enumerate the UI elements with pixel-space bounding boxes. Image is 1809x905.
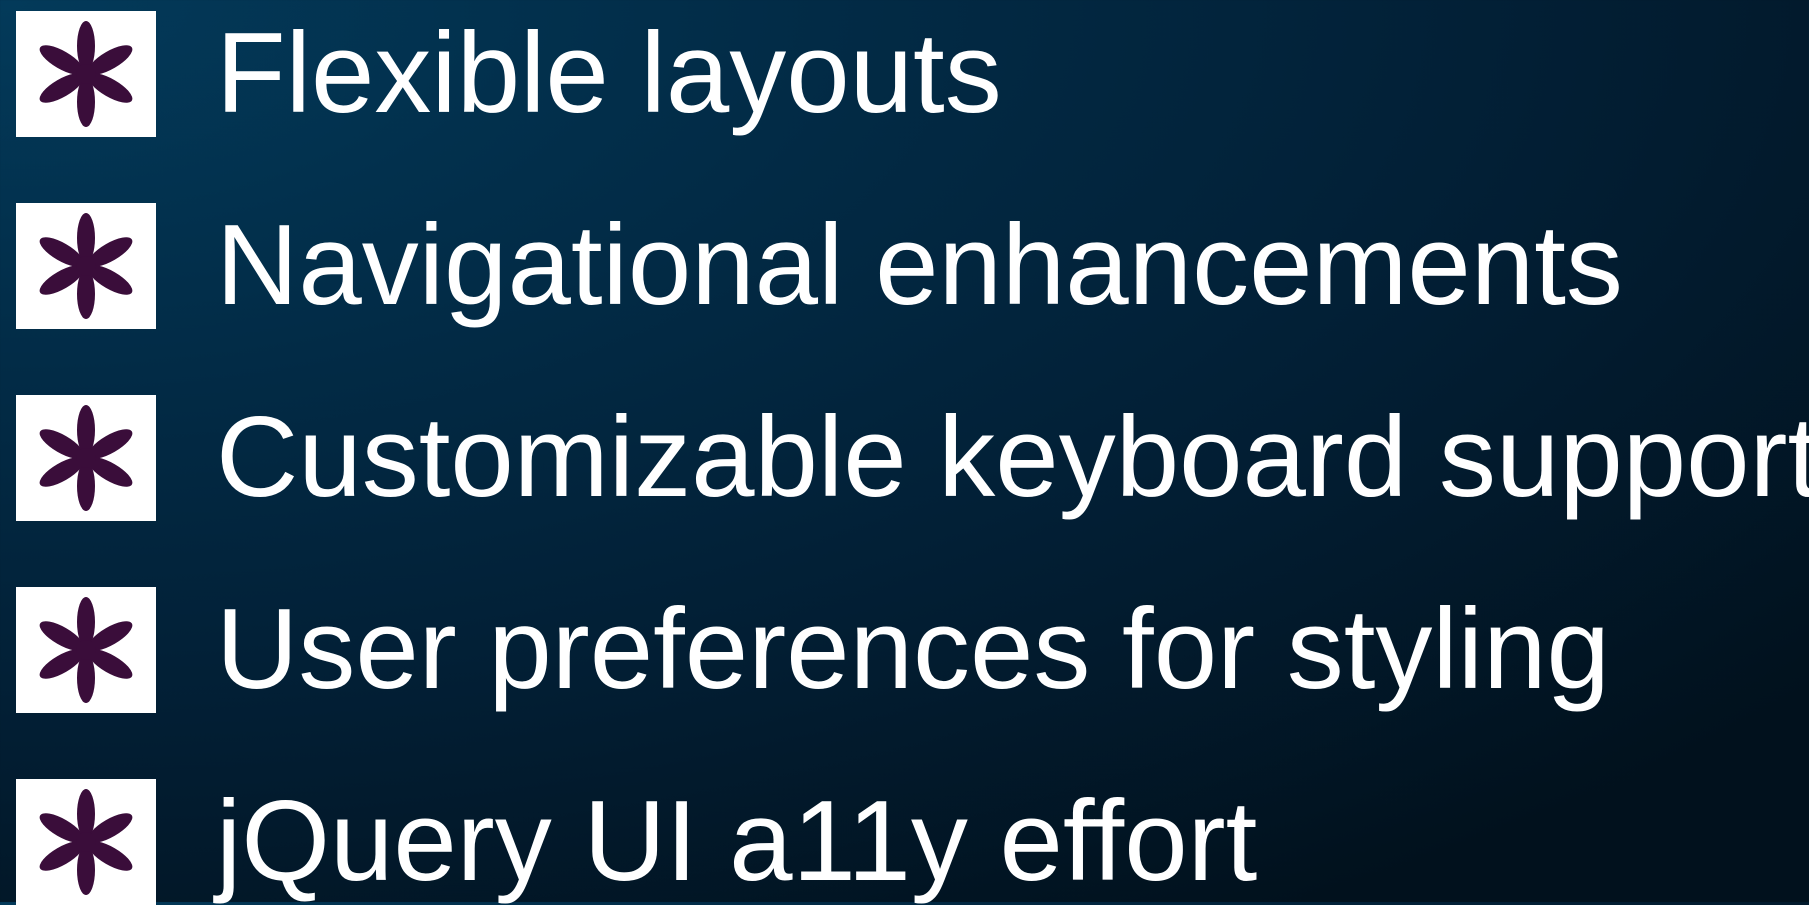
bullet-item: Navigational enhancements xyxy=(16,203,1809,329)
bullet-text: Flexible layouts xyxy=(216,10,1002,137)
asterisk-flower-icon xyxy=(16,395,156,521)
bullet-item: jQuery UI a11y effort xyxy=(16,779,1809,905)
asterisk-flower-icon xyxy=(16,779,156,905)
bullet-item: Flexible layouts xyxy=(16,11,1809,137)
asterisk-flower-icon xyxy=(16,11,156,137)
bullet-text: User preferences for styling xyxy=(216,586,1610,713)
bullet-item: Customizable keyboard support xyxy=(16,395,1809,521)
slide: Flexible layouts Navigational enhancemen… xyxy=(0,0,1809,905)
asterisk-flower-icon xyxy=(16,587,156,713)
bullet-text: jQuery UI a11y effort xyxy=(216,778,1258,905)
bullet-item: User preferences for styling xyxy=(16,587,1809,713)
bullet-text: Navigational enhancements xyxy=(216,202,1623,329)
bullet-text: Customizable keyboard support xyxy=(216,394,1809,521)
asterisk-flower-icon xyxy=(16,203,156,329)
